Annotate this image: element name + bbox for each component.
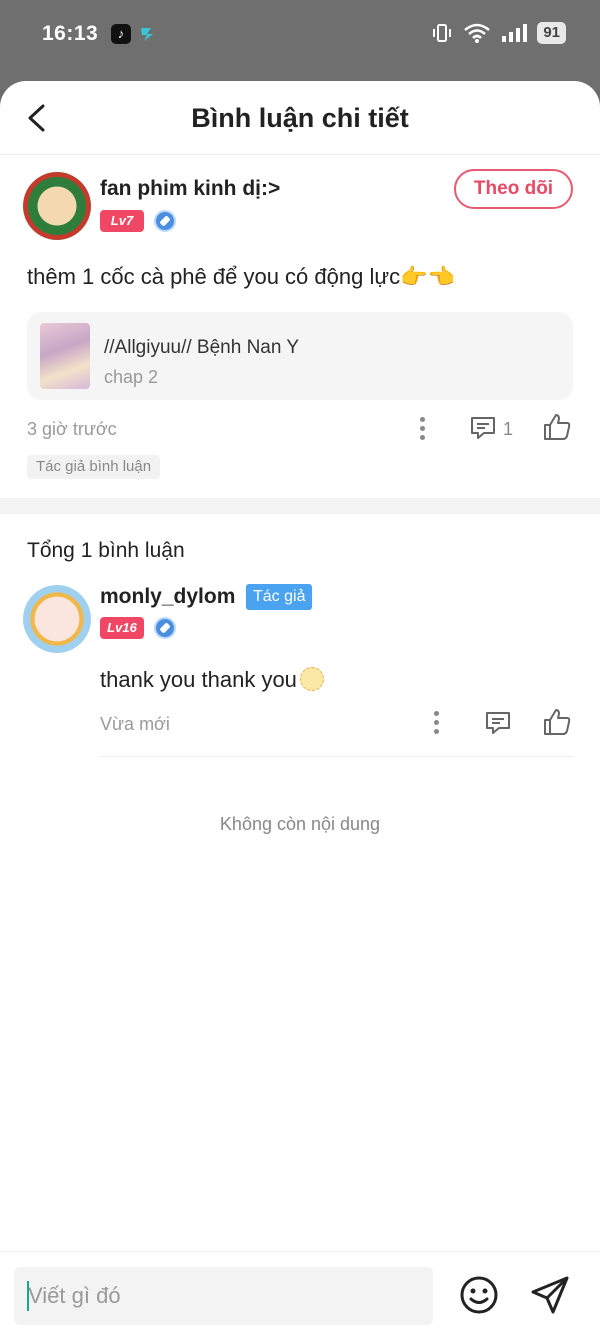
more-options-icon[interactable] bbox=[433, 711, 439, 735]
reply-divider bbox=[100, 756, 573, 757]
level-badge: Lv7 bbox=[100, 210, 144, 232]
signal-icon bbox=[502, 24, 528, 42]
level-badge: Lv16 bbox=[100, 617, 144, 639]
status-time: 16:13 bbox=[42, 22, 99, 45]
reply-icon[interactable] bbox=[469, 414, 497, 447]
shield-badge-icon bbox=[154, 617, 176, 639]
comment-text: thêm 1 cốc cà phê để you có động lực👉👈 bbox=[27, 264, 455, 289]
status-icons: 91 bbox=[431, 22, 566, 44]
vibrate-icon bbox=[433, 24, 452, 42]
tiktok-icon: ♪ bbox=[111, 24, 131, 44]
reply-count: 1 bbox=[503, 419, 514, 439]
username[interactable]: fan phim kinh dị:> bbox=[100, 177, 280, 201]
comic-title: //Allgiyuu// Bệnh Nan Y bbox=[104, 337, 300, 358]
author-commented-tag: Tác giả bình luận bbox=[27, 455, 161, 479]
wifi-icon bbox=[464, 23, 491, 43]
more-options-icon[interactable] bbox=[419, 417, 425, 441]
header: Bình luận chi tiết bbox=[0, 81, 600, 155]
like-icon[interactable] bbox=[542, 707, 572, 742]
comment-input-bar bbox=[0, 1251, 600, 1337]
send-icon[interactable] bbox=[529, 1274, 571, 1321]
emoji-icon[interactable] bbox=[459, 1275, 499, 1320]
comic-chapter: chap 2 bbox=[104, 367, 159, 387]
section-divider bbox=[0, 498, 600, 514]
comment-input[interactable] bbox=[14, 1267, 433, 1325]
page-title: Bình luận chi tiết bbox=[191, 103, 409, 133]
status-bar: 16:13 ♪ 91 bbox=[0, 0, 600, 70]
author-tag: Tác giả bbox=[246, 584, 313, 610]
comment-time: 3 giờ trước bbox=[27, 419, 117, 439]
reply-icon[interactable] bbox=[484, 709, 512, 742]
comment-detail-sheet: Bình luận chi tiết fan phim kinh dị:> Lv… bbox=[0, 81, 600, 1337]
avatar[interactable] bbox=[23, 172, 91, 240]
like-icon[interactable] bbox=[542, 412, 572, 447]
reply-text-content: thank you thank you bbox=[100, 667, 297, 692]
smile-emoji-icon bbox=[299, 667, 324, 691]
comic-card[interactable]: //Allgiyuu// Bệnh Nan Y chap 2 bbox=[27, 312, 573, 400]
text-caret bbox=[27, 1281, 29, 1311]
battery-icon: 91 bbox=[537, 22, 566, 44]
shield-badge-icon bbox=[154, 210, 176, 232]
follow-button[interactable]: Theo dõi bbox=[454, 169, 573, 209]
reply-time: Vừa mới bbox=[100, 714, 170, 734]
app-icon bbox=[138, 24, 158, 44]
reply-username[interactable]: monly_dylom bbox=[100, 585, 235, 609]
total-comments: Tổng 1 bình luận bbox=[27, 539, 185, 562]
avatar[interactable] bbox=[23, 585, 91, 653]
end-of-list-label: Không còn nội dung bbox=[219, 814, 381, 834]
comic-thumbnail bbox=[40, 323, 90, 389]
reply-text: thank you thank you bbox=[100, 667, 324, 693]
